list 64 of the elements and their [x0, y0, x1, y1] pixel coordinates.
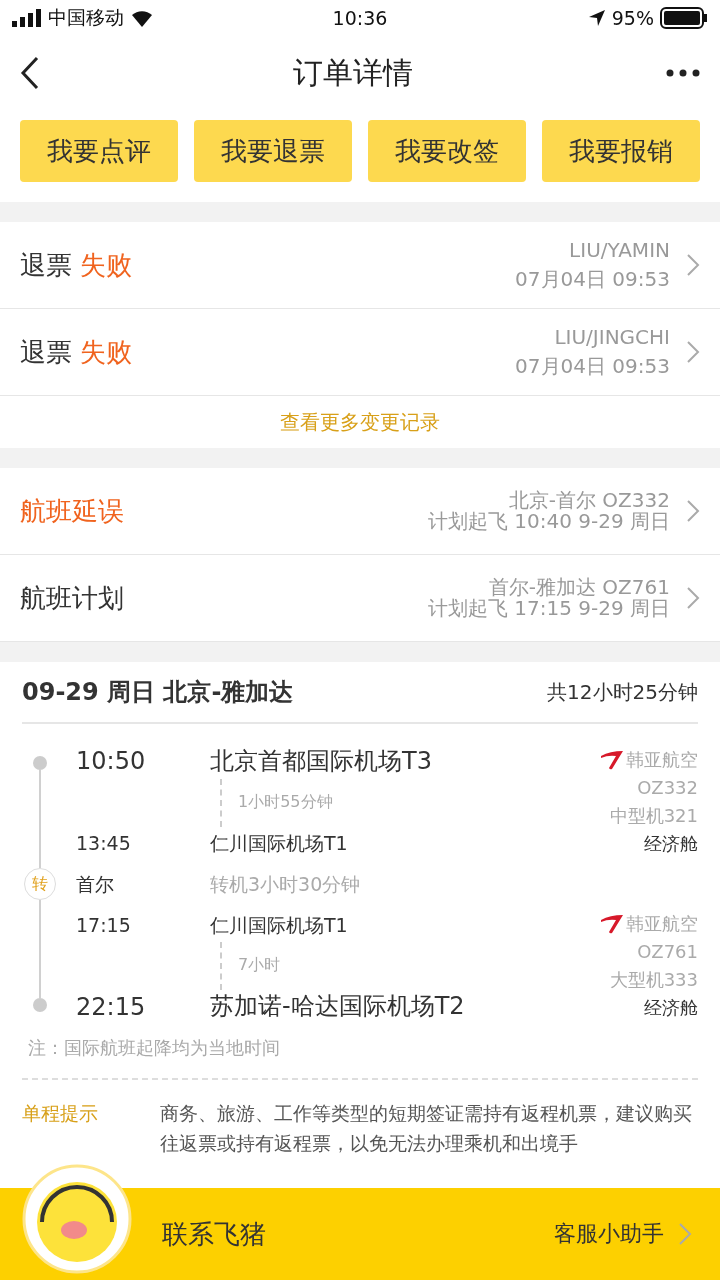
departure-time: 10:50 [76, 746, 146, 776]
airline-name: 韩亚航空 [626, 748, 698, 772]
wifi-icon [130, 9, 154, 27]
transfer-badge: 转 [24, 868, 56, 900]
airline-logo-icon [600, 914, 624, 934]
refund-status: 退票 失败 [20, 335, 133, 369]
cabin-class: 经济舱 [644, 996, 698, 1020]
signal-icon [12, 9, 42, 27]
transfer-city: 首尔 [76, 872, 114, 897]
record-time: 07月04日 09:53 [515, 266, 670, 293]
assistant-link[interactable]: 客服小助手 [548, 1218, 698, 1250]
battery-percent: 95% [611, 7, 654, 29]
departure-airport: 北京首都国际机场T3 [210, 746, 432, 776]
airline-name: 韩亚航空 [626, 912, 698, 936]
tip-text: 商务、旅游、工作等类型的短期签证需持有返程机票，建议购买往返票或持有返程票，以免无法办理乘机和出境手 [160, 1101, 693, 1156]
refund-record-row[interactable]: 退票 失败 LIU/JINGCHI 07月04日 09:53 [0, 309, 720, 396]
flight-duration: 7小时 [238, 955, 281, 976]
chevron-right-icon [686, 586, 700, 610]
planned-departure: 计划起飞 17:15 9-29 周日 [427, 598, 670, 619]
arrival-time: 22:15 [76, 993, 146, 1022]
back-icon[interactable] [20, 56, 40, 90]
tip-label: 单程提示 [22, 1101, 99, 1126]
aircraft-type: 中型机321 [609, 804, 698, 828]
page-title: 订单详情 [293, 53, 413, 92]
arrival-time: 13:45 [76, 831, 131, 857]
planned-departure: 计划起飞 10:40 9-29 周日 [427, 511, 670, 532]
arrival-airport: 苏加诺-哈达国际机场T2 [210, 992, 465, 1022]
action-button[interactable]: 我要点评 [20, 120, 178, 182]
departure-time: 17:15 [76, 912, 131, 938]
chevron-right-icon [686, 340, 700, 364]
more-icon[interactable] [666, 69, 700, 77]
transfer-duration: 转机3小时30分钟 [210, 872, 361, 897]
flight-duration: 1小时55分钟 [238, 792, 333, 813]
flight-route: 北京-首尔 OZ332 [508, 490, 670, 511]
chevron-right-icon [678, 1222, 692, 1246]
total-duration: 共12小时25分钟 [547, 678, 698, 706]
airline-logo-icon [600, 750, 624, 770]
flight-status-label: 航班计划 [20, 581, 124, 615]
flight-route: 首尔-雅加达 OZ761 [488, 577, 670, 598]
avatar[interactable] [22, 1164, 132, 1274]
battery-icon [660, 7, 708, 29]
chevron-right-icon [686, 253, 700, 277]
refund-status: 退票 失败 [20, 248, 133, 282]
arrival-airport: 仁川国际机场T1 [210, 831, 348, 857]
departure-airport: 仁川国际机场T1 [210, 912, 348, 938]
passenger-name: LIU/YAMIN [569, 237, 670, 264]
refund-record-row[interactable]: 退票 失败 LIU/YAMIN 07月04日 09:53 [0, 222, 720, 309]
flight-status-label: 航班延误 [20, 494, 124, 528]
location-arrow-icon [587, 9, 606, 27]
record-time: 07月04日 09:53 [515, 353, 670, 380]
cabin-class: 经济舱 [644, 832, 698, 856]
action-button[interactable]: 我要改签 [368, 120, 526, 182]
aircraft-type: 大型机333 [609, 968, 698, 992]
carrier-name: 中国移动 [48, 5, 124, 30]
itinerary-title: 09-29 周日 北京-雅加达 [22, 677, 294, 708]
passenger-name: LIU/JINGCHI [554, 324, 670, 351]
time-note: 注：国际航班起降均为当地时间 [22, 1022, 698, 1080]
contact-title: 联系飞猪 [162, 1217, 266, 1251]
flight-number: OZ332 [637, 776, 698, 800]
chevron-right-icon [686, 499, 700, 523]
flight-number: OZ761 [637, 940, 698, 964]
action-button[interactable]: 我要报销 [542, 120, 700, 182]
action-button[interactable]: 我要退票 [194, 120, 352, 182]
clock-time: 10:36 [332, 7, 388, 29]
